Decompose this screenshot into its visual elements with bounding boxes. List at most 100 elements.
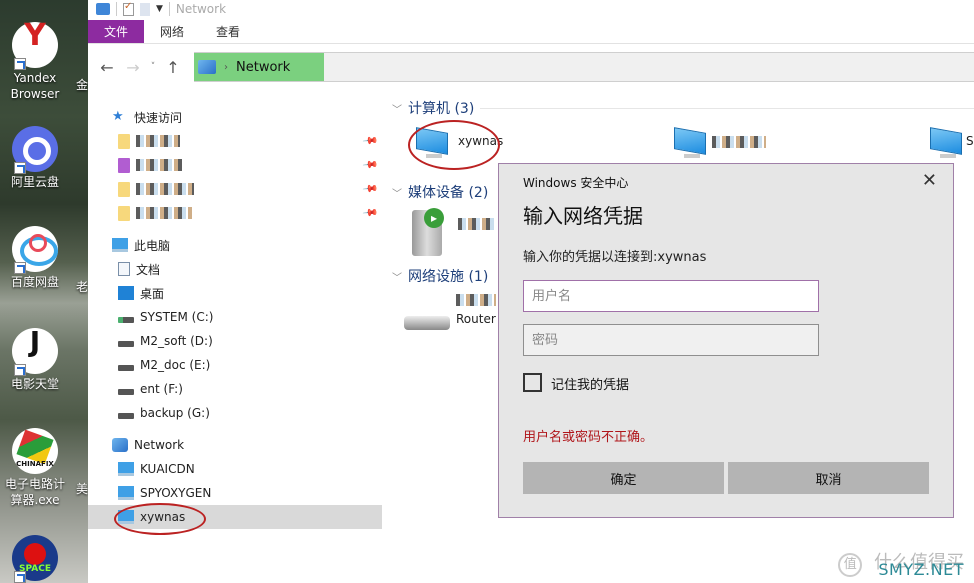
star-icon: ★: [112, 109, 124, 124]
watermark: 值 什么值得买 SMYZ.NET: [838, 548, 964, 579]
computer-icon: [118, 486, 134, 500]
drive-icon: [118, 365, 134, 371]
sidebar-item-kuaicdn[interactable]: KUAICDN: [88, 457, 382, 481]
shortcut-arrow-icon: [14, 364, 26, 376]
pin-icon[interactable]: 📌: [361, 133, 378, 149]
group-header-media[interactable]: ﹀ 媒体设备 (2): [392, 182, 488, 202]
sidebar-item-label: 桌面: [140, 286, 165, 301]
sidebar-item-label: backup (G:): [140, 406, 210, 420]
desktop-icon-label: Yandex Browser: [10, 71, 60, 101]
watermark-site: SMYZ.NET: [878, 560, 964, 579]
tab-file[interactable]: 文件: [88, 20, 144, 43]
tab-view[interactable]: 查看: [200, 20, 256, 43]
sidebar-item-label: SYSTEM (C:): [140, 310, 214, 324]
router-icon[interactable]: [404, 316, 450, 330]
remember-credentials-label[interactable]: 记住我的凭据: [551, 374, 629, 393]
computer-item-redacted[interactable]: [712, 136, 766, 148]
sidebar-item-label: M2_doc (E:): [140, 358, 211, 372]
redacted-label: [136, 183, 194, 195]
computer-icon[interactable]: [930, 127, 964, 158]
network-icon: [198, 60, 216, 74]
pin-icon[interactable]: 📌: [361, 205, 378, 221]
breadcrumb-network[interactable]: Network: [236, 60, 290, 75]
folder-icon: [118, 133, 130, 149]
redacted-label: [136, 207, 192, 219]
group-label: 计算机 (3): [408, 101, 475, 117]
chevron-down-icon: ﹀: [392, 188, 402, 200]
pin-icon[interactable]: 📌: [361, 157, 378, 173]
aliyun-drive-icon: [12, 126, 58, 174]
sidebar-item-documents[interactable]: 文档: [88, 257, 382, 281]
drive-icon: [118, 413, 134, 419]
shortcut-arrow-icon: [14, 58, 26, 70]
sidebar-item-spyoxygen[interactable]: SPYOXYGEN: [88, 481, 382, 505]
documents-icon: [118, 262, 130, 276]
chevron-down-icon: ﹀: [392, 104, 402, 116]
sidebar-item-label: 此电脑: [134, 238, 171, 253]
system-drive-icon: [118, 317, 134, 323]
sidebar-item-quick-3[interactable]: 📌: [88, 177, 382, 201]
properties-icon[interactable]: [123, 1, 134, 16]
sidebar-item-drive-e[interactable]: M2_doc (E:): [88, 353, 382, 377]
partial-desktop-label: 金: [76, 78, 88, 92]
toolbar-separator: [116, 2, 117, 16]
shortcut-arrow-icon: [14, 162, 26, 174]
desktop-icon-baidu[interactable]: 百度网盘: [4, 226, 66, 290]
sidebar-item-label: 文档: [136, 262, 161, 277]
sidebar-item-quick-2[interactable]: 📌: [88, 153, 382, 177]
desktop-icon-movie[interactable]: 电影天堂: [4, 328, 66, 392]
computer-item-s[interactable]: S: [966, 134, 974, 148]
dialog-heading: 输入网络凭据: [523, 204, 643, 228]
username-input[interactable]: [523, 280, 819, 312]
sidebar-item-drive-f[interactable]: ent (F:): [88, 377, 382, 401]
password-input[interactable]: [523, 324, 819, 356]
redacted-label: [136, 159, 182, 171]
sidebar-item-label: M2_soft (D:): [140, 334, 213, 348]
customize-toolbar-dropdown-icon[interactable]: ▼: [156, 4, 163, 14]
sidebar-item-this-pc[interactable]: 此电脑: [88, 233, 382, 257]
error-message: 用户名或密码不正确。: [523, 430, 654, 445]
computer-icon: [118, 462, 134, 476]
pin-icon[interactable]: 📌: [361, 181, 378, 197]
sidebar-item-drive-c[interactable]: SYSTEM (C:): [88, 305, 382, 329]
desktop-icon-aliyun[interactable]: 阿里云盘: [4, 126, 66, 190]
up-button[interactable]: ↑: [160, 58, 186, 77]
cancel-button[interactable]: 取消: [728, 462, 929, 494]
group-label: 网络设施 (1): [408, 269, 489, 285]
recent-locations-button[interactable]: ˅: [146, 62, 160, 72]
desktop-icon-angry-birds[interactable]: [4, 535, 66, 583]
desktop-icon-yandex[interactable]: Yandex Browser: [4, 22, 66, 102]
shortcut-arrow-icon: [14, 262, 26, 274]
tab-network[interactable]: 网络: [144, 20, 200, 43]
partial-desktop-label: 美: [76, 482, 88, 496]
router-item-label[interactable]: Router: [456, 312, 496, 326]
redacted-label: [136, 135, 180, 147]
new-folder-icon[interactable]: [140, 2, 150, 16]
desktop-icon-chinafix[interactable]: 电子电路计算器.exe: [4, 428, 66, 508]
address-bar[interactable]: › Network: [194, 52, 974, 82]
breadcrumb-separator[interactable]: ›: [224, 62, 228, 73]
window-title: Network: [175, 2, 227, 16]
sidebar-item-drive-d[interactable]: M2_soft (D:): [88, 329, 382, 353]
toolbar-separator: [168, 2, 170, 16]
group-header-computers[interactable]: ﹀ 计算机 (3): [392, 98, 474, 118]
quick-access-toolbar: ▼ Network: [88, 0, 974, 18]
desktop-icon-label: 百度网盘: [10, 275, 59, 289]
folder-icon: [118, 205, 130, 221]
computer-icon[interactable]: [674, 127, 708, 158]
remember-credentials-checkbox[interactable]: [523, 373, 542, 392]
media-item-redacted[interactable]: [458, 218, 494, 230]
sidebar-item-label: 快速访问: [134, 110, 183, 125]
sidebar-item-drive-g[interactable]: backup (G:): [88, 401, 382, 425]
back-button[interactable]: ←: [94, 58, 120, 77]
sidebar-item-network[interactable]: Network: [88, 433, 382, 457]
ok-button[interactable]: 确定: [523, 462, 724, 494]
sidebar-item-quick-access[interactable]: ★ 快速访问: [88, 105, 382, 129]
watermark-logo-icon: 值: [838, 553, 863, 577]
sidebar-item-quick-1[interactable]: 📌: [88, 129, 382, 153]
group-header-network-infra[interactable]: ﹀ 网络设施 (1): [392, 266, 488, 286]
forward-button[interactable]: →: [120, 58, 146, 77]
sidebar-item-desktop[interactable]: 桌面: [88, 281, 382, 305]
close-icon[interactable]: ✕: [922, 170, 937, 191]
sidebar-item-quick-4[interactable]: 📌: [88, 201, 382, 225]
